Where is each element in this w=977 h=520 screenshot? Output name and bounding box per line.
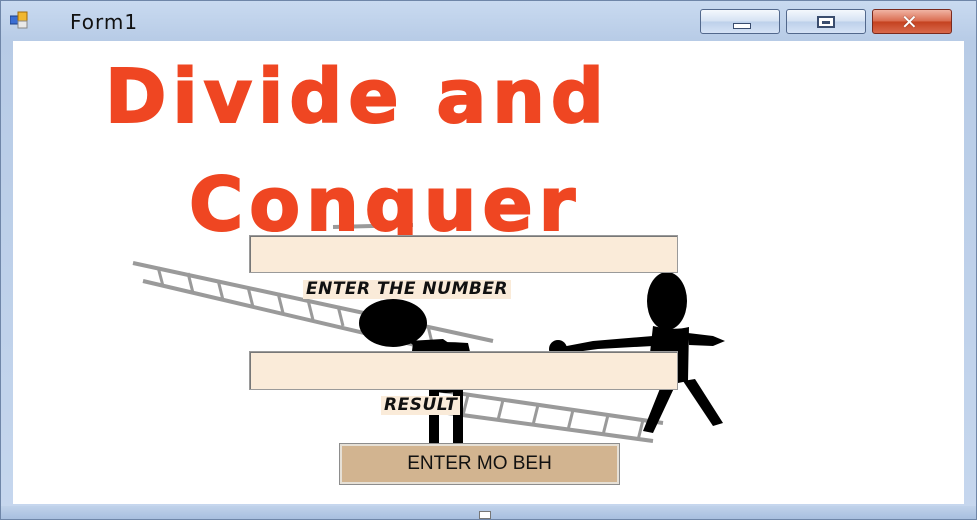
enter-button[interactable]: ENTER MO BEH	[339, 443, 620, 485]
result-field[interactable]	[249, 351, 678, 390]
minimize-button[interactable]	[700, 9, 780, 34]
close-button[interactable]: ✕	[872, 9, 952, 34]
title-bar[interactable]: Form1 ✕	[1, 1, 976, 41]
number-label: ENTER THE NUMBER	[303, 280, 512, 299]
minimize-icon	[733, 23, 751, 29]
result-label: RESULT	[381, 396, 461, 415]
window-title: Form1	[70, 10, 139, 34]
banner-title-line-1: Divide and	[104, 54, 610, 140]
form-app-icon	[10, 11, 28, 29]
close-icon: ✕	[901, 10, 918, 34]
form-client-area: Divide and Conquer ENTER THE NUMBER RESU…	[13, 41, 964, 504]
number-input[interactable]	[249, 235, 678, 273]
maximize-button[interactable]	[786, 9, 866, 34]
maximize-icon	[817, 16, 835, 28]
resize-grip[interactable]	[479, 511, 491, 519]
application-window: Form1 ✕ Divide and Conquer ENTER THE NUM…	[0, 0, 977, 520]
